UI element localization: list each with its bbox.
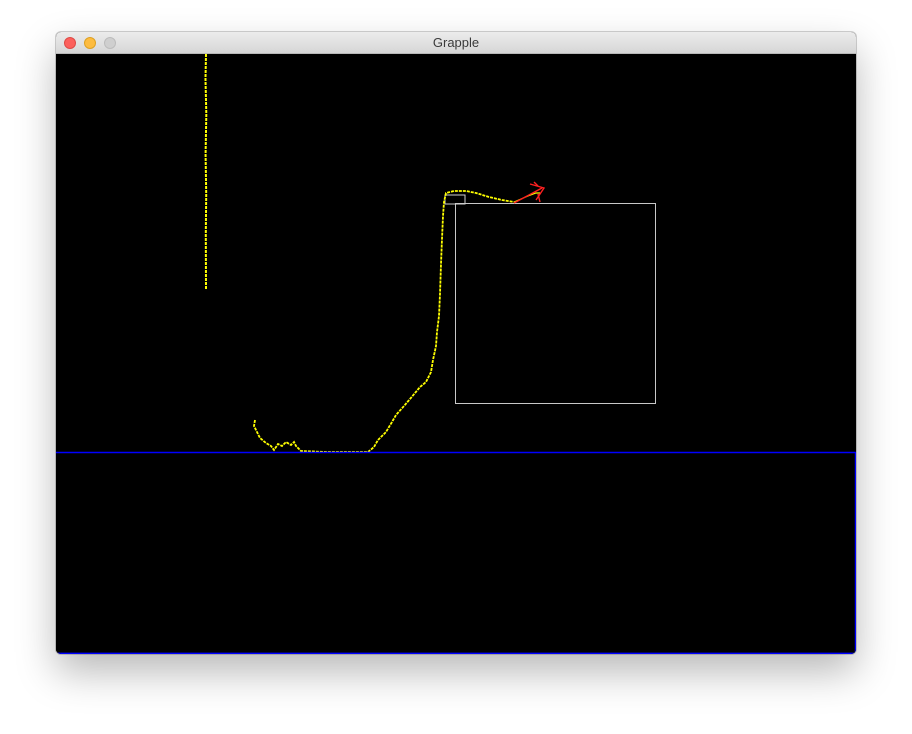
game-canvas[interactable] <box>56 54 856 654</box>
window-title: Grapple <box>432 35 480 50</box>
app-window: Grapple <box>56 32 856 654</box>
game-scene <box>56 54 856 654</box>
title-bar[interactable]: Grapple <box>56 32 856 54</box>
